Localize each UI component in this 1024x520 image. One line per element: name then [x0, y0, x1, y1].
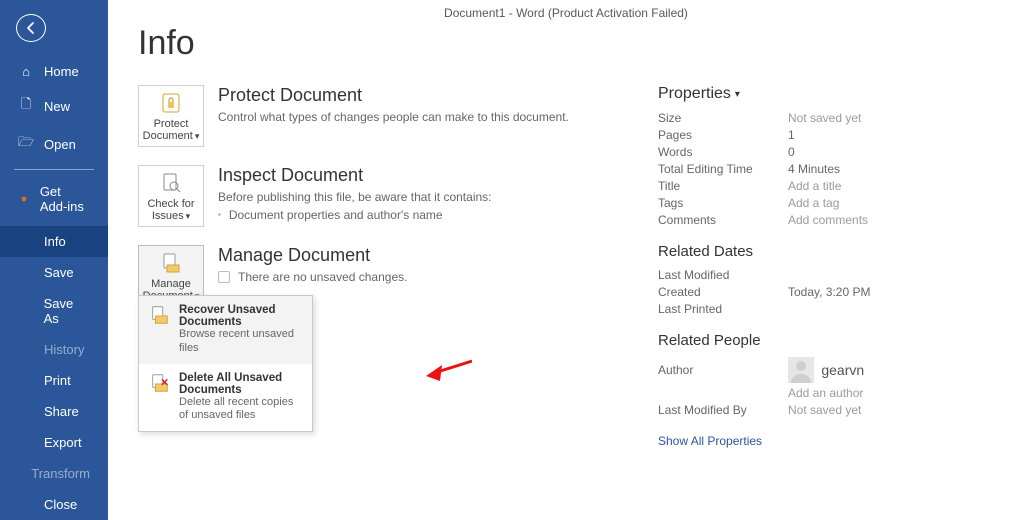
nav-saveas[interactable]: Save As — [0, 288, 108, 334]
doc-folder-icon — [159, 251, 183, 275]
nav-label: Transform — [31, 466, 90, 481]
created-value: Today, 3:20 PM — [788, 285, 871, 299]
related-people-header: Related People — [658, 332, 996, 349]
nav-label: Get Add-ins — [40, 184, 90, 214]
delete-icon — [149, 372, 171, 394]
prop-pages-value: 1 — [788, 128, 795, 142]
inspect-desc: Before publishing this file, be aware th… — [218, 190, 492, 204]
printed-label: Last Printed — [658, 302, 788, 316]
back-button[interactable] — [16, 14, 46, 42]
author-label: Author — [658, 363, 788, 377]
menu-sub: Delete all recent copies of unsaved file… — [179, 396, 302, 424]
inspect-section: Check forIssues▾ Inspect Document Before… — [138, 165, 598, 227]
manage-heading: Manage Document — [218, 245, 407, 266]
protect-desc: Control what types of changes people can… — [218, 110, 569, 124]
nav-history: History — [0, 334, 108, 365]
lastmod-label: Last Modified — [658, 268, 788, 282]
inspect-item: Document properties and author's name — [218, 208, 492, 222]
recover-icon — [149, 304, 171, 326]
nav-export[interactable]: Export — [0, 427, 108, 458]
chevron-down-icon: ▾ — [186, 211, 191, 221]
prop-words-value: 0 — [788, 145, 795, 159]
delete-unsaved-item[interactable]: Delete All Unsaved Documents Delete all … — [139, 364, 312, 432]
lastmodby-value: Not saved yet — [788, 403, 861, 417]
inspect-heading: Inspect Document — [218, 165, 492, 186]
nav-label: Share — [44, 404, 79, 419]
annotation-arrow-icon — [426, 355, 472, 385]
title-bar: Document1 - Word (Product Activation Fai… — [108, 6, 1024, 20]
manage-section: ManageDocument▾ Manage Document There ar… — [138, 245, 598, 307]
chevron-down-icon: ▾ — [195, 131, 200, 141]
nav-print[interactable]: Print — [0, 365, 108, 396]
tile-label: Check for — [147, 198, 194, 210]
created-label: Created — [658, 285, 788, 299]
prop-size-label: Size — [658, 111, 788, 125]
protect-section: ProtectDocument▾ Protect Document Contro… — [138, 85, 598, 147]
nav-close[interactable]: Close — [0, 489, 108, 520]
prop-words-label: Words — [658, 145, 788, 159]
prop-tags-label: Tags — [658, 196, 788, 210]
protect-document-button[interactable]: ProtectDocument▾ — [138, 85, 204, 147]
prop-tags-value[interactable]: Add a tag — [788, 196, 839, 210]
add-author[interactable]: Add an author — [788, 386, 863, 400]
prop-title-label: Title — [658, 179, 788, 193]
main-pane: Document1 - Word (Product Activation Fai… — [108, 0, 1024, 520]
properties-label: Properties — [658, 85, 731, 103]
nav-label: History — [44, 342, 84, 357]
open-folder-icon: 🗁 — [18, 133, 34, 155]
author-name[interactable]: gearvn — [821, 362, 864, 378]
nav-open[interactable]: 🗁 Open — [0, 125, 108, 163]
protect-heading: Protect Document — [218, 85, 569, 106]
nav-label: Save — [44, 265, 74, 280]
nav-addins[interactable]: •Get Add-ins — [0, 176, 108, 222]
nav-label: Save As — [44, 296, 90, 326]
nav-transform: Transform — [0, 458, 108, 489]
page-title: Info — [138, 24, 996, 63]
properties-header[interactable]: Properties ▾ — [658, 85, 996, 103]
tile-label: Manage — [151, 278, 191, 290]
prop-pages-label: Pages — [658, 128, 788, 142]
nav-label: Home — [44, 64, 79, 79]
nav-new[interactable]: 🗋 New — [0, 87, 108, 125]
magnifier-doc-icon — [159, 171, 183, 195]
recover-unsaved-item[interactable]: Recover Unsaved Documents Browse recent … — [139, 296, 312, 364]
avatar-icon — [788, 357, 814, 383]
menu-title: Delete All Unsaved Documents — [179, 372, 302, 396]
tile-label: Issues — [152, 210, 184, 222]
prop-comments-label: Comments — [658, 213, 788, 227]
tile-label: Document — [143, 130, 193, 142]
new-doc-icon: 🗋 — [18, 95, 34, 117]
nav-label: Print — [44, 373, 71, 388]
prop-time-label: Total Editing Time — [658, 162, 788, 176]
prop-time-value: 4 Minutes — [788, 162, 840, 176]
prop-size-value: Not saved yet — [788, 111, 861, 125]
nav-label: Open — [44, 137, 76, 152]
nav-save[interactable]: Save — [0, 257, 108, 288]
nav-info[interactable]: Info — [0, 226, 108, 257]
lock-shield-icon — [159, 91, 183, 115]
manage-desc: There are no unsaved changes. — [238, 270, 407, 284]
prop-title-value[interactable]: Add a title — [788, 179, 841, 193]
related-dates-header: Related Dates — [658, 243, 996, 260]
no-changes-icon — [218, 271, 230, 283]
check-issues-button[interactable]: Check forIssues▾ — [138, 165, 204, 227]
chevron-down-icon: ▾ — [735, 89, 740, 100]
nav-label: Info — [44, 234, 66, 249]
nav-label: New — [44, 99, 70, 114]
prop-comments-value[interactable]: Add comments — [788, 213, 868, 227]
manage-document-menu: Recover Unsaved Documents Browse recent … — [138, 295, 313, 432]
nav-share[interactable]: Share — [0, 396, 108, 427]
home-icon: ⌂ — [18, 64, 34, 79]
nav-home[interactable]: ⌂ Home — [0, 56, 108, 87]
tile-label: Protect — [154, 118, 189, 130]
backstage-sidebar: ⌂ Home 🗋 New 🗁 Open •Get Add-ins Info Save … — [0, 0, 108, 520]
nav-label: Close — [44, 497, 77, 512]
nav-divider — [14, 169, 94, 170]
menu-sub: Browse recent unsaved files — [179, 328, 302, 356]
show-all-properties[interactable]: Show All Properties — [658, 434, 762, 448]
back-arrow-icon — [23, 20, 39, 36]
nav-label: Export — [44, 435, 82, 450]
lastmodby-label: Last Modified By — [658, 403, 788, 417]
menu-title: Recover Unsaved Documents — [179, 304, 302, 328]
